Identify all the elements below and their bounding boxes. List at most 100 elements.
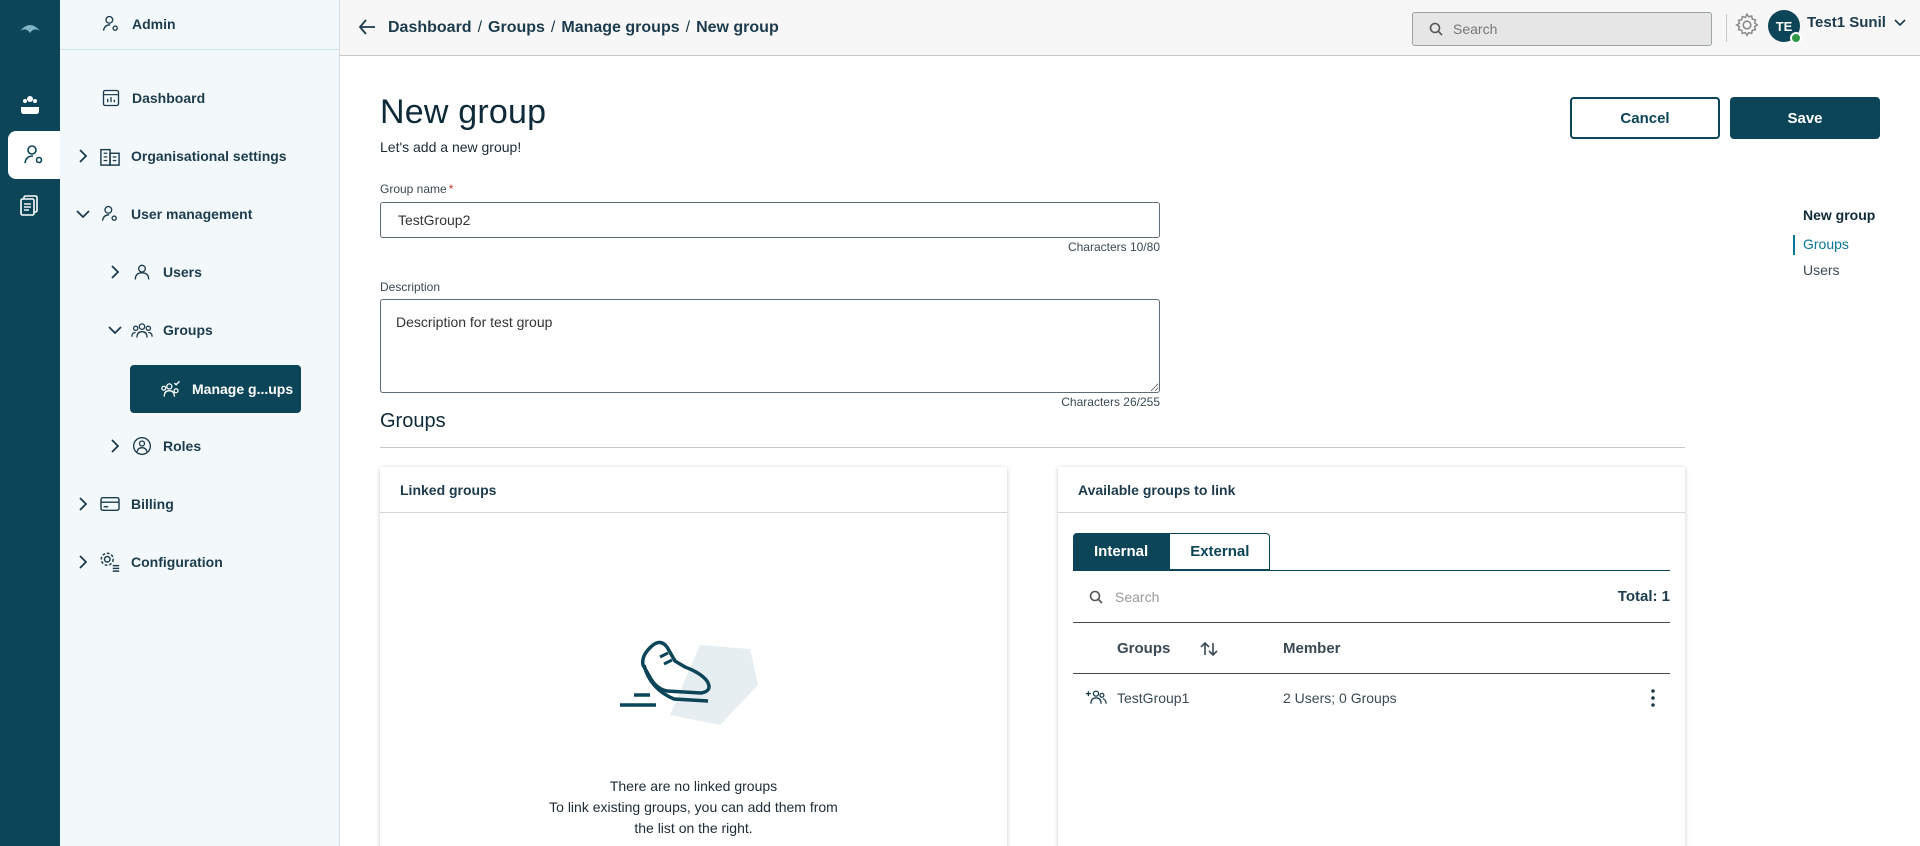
description-textarea[interactable]: Description for test group <box>380 299 1160 393</box>
required-mark: * <box>448 182 454 196</box>
linked-groups-empty-state: There are no linked groups To link exist… <box>380 776 1007 839</box>
tab-internal[interactable]: Internal <box>1073 533 1170 570</box>
user-menu[interactable]: Test1 Sunil <box>1807 14 1906 31</box>
breadcrumb-new-group: New group <box>696 19 779 36</box>
running-shoe-icon <box>620 640 758 725</box>
sidebar-item-label: Billing <box>131 496 174 512</box>
online-status-icon <box>1790 32 1802 44</box>
column-member: Member <box>1283 640 1341 657</box>
sidebar-item-dashboard[interactable]: Dashboard <box>100 83 205 113</box>
sidebar-header-label: Admin <box>132 16 176 32</box>
table-row[interactable]: TestGroup1 2 Users; 0 Groups <box>1073 675 1670 721</box>
sidebar-header: Admin <box>60 0 339 50</box>
user-settings-icon <box>24 145 43 164</box>
save-button[interactable]: Save <box>1730 97 1880 139</box>
breadcrumb-separator: / <box>550 19 556 36</box>
sidebar-item-organisational-settings[interactable]: Organisational settings <box>75 141 287 171</box>
topbar-divider <box>1726 14 1727 42</box>
anchor-users[interactable]: Users <box>1803 262 1840 278</box>
anchor-nav-title[interactable]: New group <box>1803 207 1875 223</box>
groups-search: Total: 1 <box>1073 571 1670 623</box>
page-title: New group <box>380 93 547 131</box>
sidebar-item-label: Users <box>163 264 202 280</box>
breadcrumb-dashboard[interactable]: Dashboard <box>388 19 472 37</box>
group-name-label-text: Group name <box>380 182 447 196</box>
sidebar-item-configuration[interactable]: Configuration <box>75 547 223 577</box>
user-settings-icon <box>99 203 121 225</box>
user-name: Test1 Sunil <box>1807 14 1886 31</box>
breadcrumb-manage-groups[interactable]: Manage groups <box>561 19 679 37</box>
group-name-label: Group name * <box>380 182 453 196</box>
card-icon <box>99 493 121 515</box>
sidebar-item-label: Configuration <box>131 554 223 570</box>
chevron-down-icon <box>107 322 123 338</box>
group-name-char-count: Characters 10/80 <box>1067 240 1160 254</box>
hands-icon[interactable] <box>18 93 42 117</box>
chevron-right-icon <box>107 264 123 280</box>
groups-total-count: Total: 1 <box>1617 588 1670 605</box>
more-options-icon[interactable] <box>1643 687 1663 709</box>
sidebar-item-label: Dashboard <box>132 90 206 106</box>
empty-hint-line-1: To link existing groups, you can add the… <box>549 799 838 815</box>
search-icon <box>1089 590 1103 604</box>
app-rail <box>0 0 60 846</box>
empty-title: There are no linked groups <box>609 778 778 794</box>
sidebar-item-user-management[interactable]: User management <box>75 199 252 229</box>
groups-search-input[interactable] <box>1115 588 1535 605</box>
tab-external[interactable]: External <box>1169 533 1271 570</box>
breadcrumb-separator: / <box>477 19 483 36</box>
description-char-count: Characters 26/255 <box>1061 395 1160 409</box>
cancel-button[interactable]: Cancel <box>1570 97 1720 139</box>
global-search-input[interactable] <box>1453 21 1693 37</box>
column-groups[interactable]: Groups <box>1117 640 1218 657</box>
sidebar-item-groups[interactable]: Groups <box>107 315 213 345</box>
anchor-active-indicator <box>1793 235 1795 255</box>
add-group-icon[interactable] <box>1085 688 1107 709</box>
chevron-down-icon <box>1894 18 1906 27</box>
avatar-initials: TE <box>1775 18 1793 34</box>
app-logo-icon[interactable] <box>18 19 42 39</box>
back-arrow-icon[interactable] <box>358 18 378 38</box>
breadcrumb-separator: / <box>685 19 691 36</box>
section-divider <box>380 447 1685 448</box>
gear-icon[interactable] <box>1734 12 1760 38</box>
sidebar-item-label: Organisational settings <box>131 148 287 164</box>
documents-icon[interactable] <box>18 193 42 217</box>
table-header: Groups Member <box>1073 624 1670 674</box>
sidebar-item-manage-groups[interactable]: Manage g...ups <box>130 365 301 413</box>
search-icon <box>1429 22 1443 36</box>
linked-groups-card: Linked groups There are no linked groups… <box>380 467 1007 846</box>
sidebar-item-label: Roles <box>163 438 202 454</box>
group-icon <box>131 319 153 341</box>
global-search[interactable] <box>1412 12 1712 46</box>
group-type-tabs: Internal External <box>1073 533 1271 570</box>
group-name-input[interactable] <box>380 202 1160 238</box>
sidebar-item-label: User management <box>131 206 253 222</box>
sidebar-item-billing[interactable]: Billing <box>75 489 174 519</box>
sidebar-item-roles[interactable]: Roles <box>107 431 201 461</box>
role-icon <box>131 435 153 457</box>
rail-admin-item[interactable] <box>8 131 60 179</box>
sidebar: Admin Dashboard Organisational settings … <box>60 0 340 846</box>
group-name-cell: TestGroup1 <box>1117 690 1190 706</box>
description-label: Description <box>380 280 441 294</box>
chevron-right-icon <box>75 496 91 512</box>
sidebar-item-label: Groups <box>163 322 213 338</box>
sort-icon[interactable] <box>1200 641 1218 657</box>
available-groups-card: Available groups to link Internal Extern… <box>1058 467 1685 846</box>
gear-list-icon <box>99 551 121 573</box>
manage-groups-icon <box>160 379 182 399</box>
breadcrumb-groups[interactable]: Groups <box>488 19 545 37</box>
chevron-right-icon <box>75 554 91 570</box>
top-bar: Dashboard / Groups / Manage groups / New… <box>340 0 1920 56</box>
group-member-cell: 2 Users; 0 Groups <box>1283 690 1397 706</box>
avatar[interactable]: TE <box>1768 10 1802 44</box>
dashboard-icon <box>100 87 122 109</box>
available-groups-header: Available groups to link <box>1058 467 1685 513</box>
breadcrumb: Dashboard / Groups / Manage groups / New… <box>358 18 779 38</box>
sidebar-admin-title[interactable]: Admin <box>100 9 176 39</box>
sidebar-item-users[interactable]: Users <box>107 257 202 287</box>
anchor-groups[interactable]: Groups <box>1803 236 1849 252</box>
sidebar-item-label: Manage g...ups <box>192 381 294 397</box>
user-icon <box>131 261 153 283</box>
